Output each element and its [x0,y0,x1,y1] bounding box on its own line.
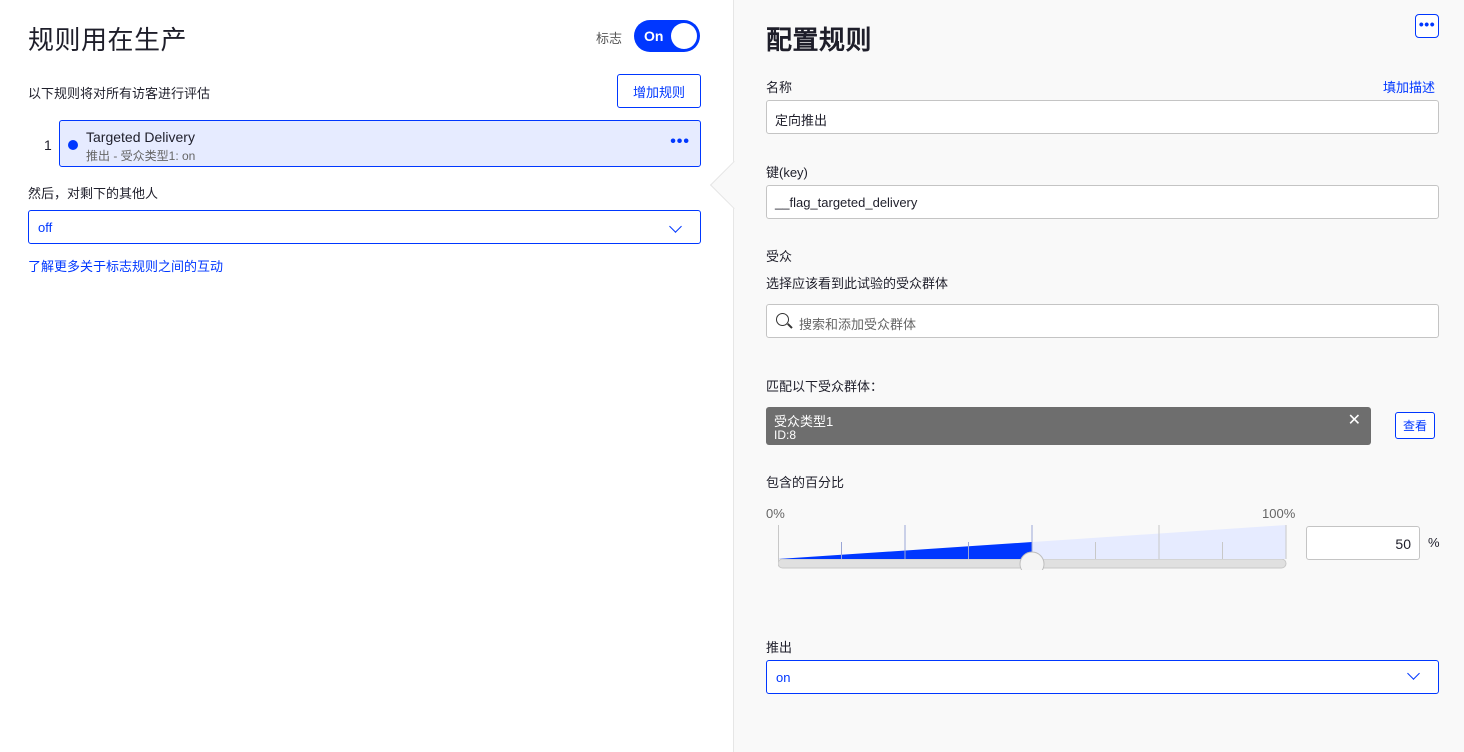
percent-value: 50 [1395,536,1411,552]
select-value: on [776,670,791,685]
add-description-link[interactable]: 填加描述 [1383,77,1435,96]
configure-rule-panel: 配置规则 ••• 名称 填加描述 定向推出 键(key) __flag_targ… [733,0,1464,752]
slider-max-label: 100% [1262,506,1296,521]
flag-toggle[interactable]: On [634,20,700,52]
traffic-slider[interactable] [778,522,1287,570]
fallback-variation-select[interactable]: off [28,210,701,244]
chevron-down-icon [669,220,682,233]
name-input[interactable]: 定向推出 [766,100,1439,134]
toggle-label: On [644,28,664,44]
fallback-label: 然后，对剩下的其他人 [28,186,159,201]
search-icon [776,313,789,326]
learn-more-link[interactable]: 了解更多关于标志规则之间的互动 [28,256,223,275]
audience-search-input[interactable]: 搜索和添加受众群体 [766,304,1439,338]
view-audience-button[interactable]: 查看 [1395,412,1435,439]
rule-number: 1 [44,137,52,153]
audience-chip-id: ID:8 [774,428,797,442]
percent-sign: % [1428,535,1440,550]
key-value: __flag_targeted_delivery [775,195,918,210]
rollout-label: 推出 [766,640,793,655]
key-input[interactable]: __flag_targeted_delivery [766,185,1439,219]
flag-label: 标志 [596,31,623,46]
key-label: 键(key) [766,165,808,180]
rule-status-dot [68,140,78,150]
rollout-variation-select[interactable]: on [766,660,1439,694]
add-rule-button[interactable]: 增加规则 [617,74,701,108]
rule-subtitle: 推出 - 受众类型1: on [86,149,196,163]
page-title: 规则用在生产 [28,25,188,55]
search-placeholder: 搜索和添加受众群体 [799,317,917,332]
toggle-knob [671,23,697,49]
rules-panel: 规则用在生产 标志 On 以下规则将对所有访客进行评估 增加规则 1 Targe… [0,0,733,752]
more-options-icon[interactable]: ••• [670,133,690,151]
chevron-down-icon [1407,667,1420,680]
configure-rule-title: 配置规则 [766,25,873,55]
rule-name: Targeted Delivery [86,129,195,145]
audience-label: 受众 [766,249,793,264]
percent-input[interactable]: 50 [1306,526,1420,560]
rules-description: 以下规则将对所有访客进行评估 [28,86,211,101]
slider-min-label: 0% [766,506,785,521]
match-audiences-label: 匹配以下受众群体： [766,379,884,394]
name-label: 名称 [766,80,793,95]
more-options-icon[interactable]: ••• [1415,14,1439,38]
select-value: off [38,220,53,235]
name-value: 定向推出 [775,113,828,128]
percent-included-label: 包含的百分比 [766,475,845,490]
audience-hint: 选择应该看到此试验的受众群体 [766,276,949,291]
audience-chip: 受众类型1 ID:8 ✕ [766,407,1371,445]
rule-card-targeted-delivery[interactable]: Targeted Delivery 推出 - 受众类型1: on ••• [59,120,701,167]
close-icon[interactable]: ✕ [1348,410,1361,430]
